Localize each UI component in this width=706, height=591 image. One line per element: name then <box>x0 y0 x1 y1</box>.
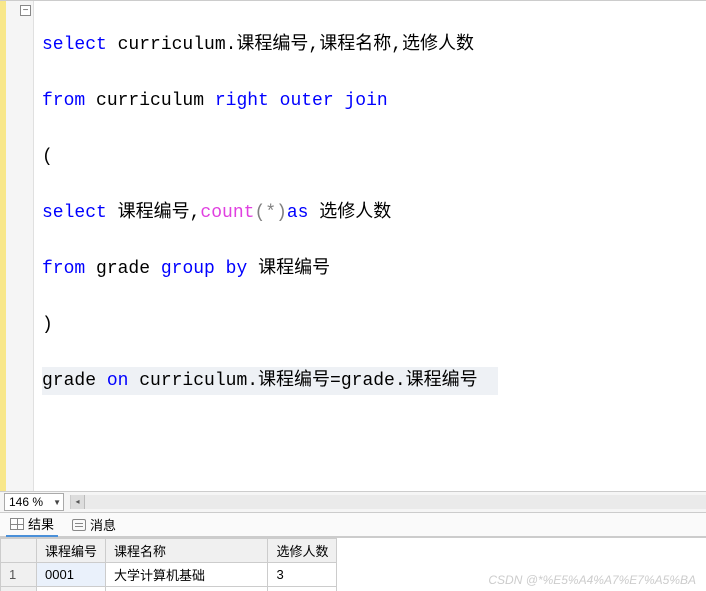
zoom-dropdown[interactable]: 146 % ▼ <box>4 493 64 511</box>
code-text: curriculum.课程编号,课程名称,选修人数 <box>107 35 474 55</box>
code-text: ) <box>42 315 53 335</box>
cell[interactable]: 3 <box>268 587 337 591</box>
row-number: 2 <box>1 587 37 591</box>
keyword-select: select <box>42 203 107 223</box>
code-text: 课程编号 <box>247 259 330 279</box>
code-text: 选修人数 <box>308 203 391 223</box>
row-number: 1 <box>1 563 37 587</box>
code-content[interactable]: select curriculum.课程编号,课程名称,选修人数 from cu… <box>34 1 706 491</box>
tab-messages[interactable]: 消息 <box>68 513 120 536</box>
fold-toggle[interactable]: − <box>20 5 31 16</box>
current-line: grade on curriculum.课程编号=grade.课程编号 <box>42 367 498 395</box>
keyword-as: as <box>287 203 309 223</box>
keyword-from: from <box>42 259 85 279</box>
paren: ( <box>254 203 265 223</box>
keyword-join: right outer join <box>215 91 388 111</box>
results-tabs: 结果 消息 <box>0 513 706 537</box>
cell[interactable]: C语言程序设计 <box>106 587 268 591</box>
change-marker <box>0 1 6 491</box>
keyword-select: select <box>42 35 107 55</box>
table-row[interactable]: 2 0002 C语言程序设计 3 <box>1 587 337 591</box>
header-row: 课程编号 课程名称 选修人数 <box>1 539 337 563</box>
message-icon <box>72 519 86 531</box>
cell[interactable]: 0001 <box>37 563 106 587</box>
keyword-on: on <box>107 371 129 391</box>
results-panel: 课程编号 课程名称 选修人数 1 0001 大学计算机基础 3 2 0002 C… <box>0 537 706 591</box>
code-text: grade <box>42 371 107 391</box>
editor-gutter: − <box>0 1 34 491</box>
function-count: count <box>200 203 254 223</box>
zoom-value: 146 % <box>9 495 43 509</box>
cell[interactable]: 大学计算机基础 <box>106 563 268 587</box>
column-header[interactable]: 课程名称 <box>106 539 268 563</box>
code-text: grade <box>85 259 161 279</box>
code-text: curriculum.课程编号=grade.课程编号 <box>128 371 477 391</box>
code-text: ( <box>42 147 53 167</box>
cell[interactable]: 0002 <box>37 587 106 591</box>
column-header[interactable]: 选修人数 <box>268 539 337 563</box>
tab-label: 结果 <box>28 514 54 533</box>
grid-icon <box>10 518 24 530</box>
corner-cell <box>1 539 37 563</box>
zoom-toolbar: 146 % ▼ ◂ <box>0 491 706 513</box>
code-text: curriculum <box>85 91 215 111</box>
horizontal-scrollbar[interactable]: ◂ <box>70 495 706 509</box>
column-header[interactable]: 课程编号 <box>37 539 106 563</box>
keyword-groupby: group by <box>161 259 247 279</box>
table-row[interactable]: 1 0001 大学计算机基础 3 <box>1 563 337 587</box>
paren: ) <box>276 203 287 223</box>
scroll-left-icon[interactable]: ◂ <box>71 495 85 509</box>
tab-results[interactable]: 结果 <box>6 512 58 537</box>
keyword-from: from <box>42 91 85 111</box>
cell[interactable]: 3 <box>268 563 337 587</box>
chevron-down-icon: ▼ <box>53 498 61 507</box>
tab-label: 消息 <box>90 515 116 534</box>
star: * <box>265 203 276 223</box>
results-grid[interactable]: 课程编号 课程名称 选修人数 1 0001 大学计算机基础 3 2 0002 C… <box>0 538 337 591</box>
code-text: 课程编号, <box>107 203 201 223</box>
sql-editor[interactable]: − select curriculum.课程编号,课程名称,选修人数 from … <box>0 0 706 491</box>
